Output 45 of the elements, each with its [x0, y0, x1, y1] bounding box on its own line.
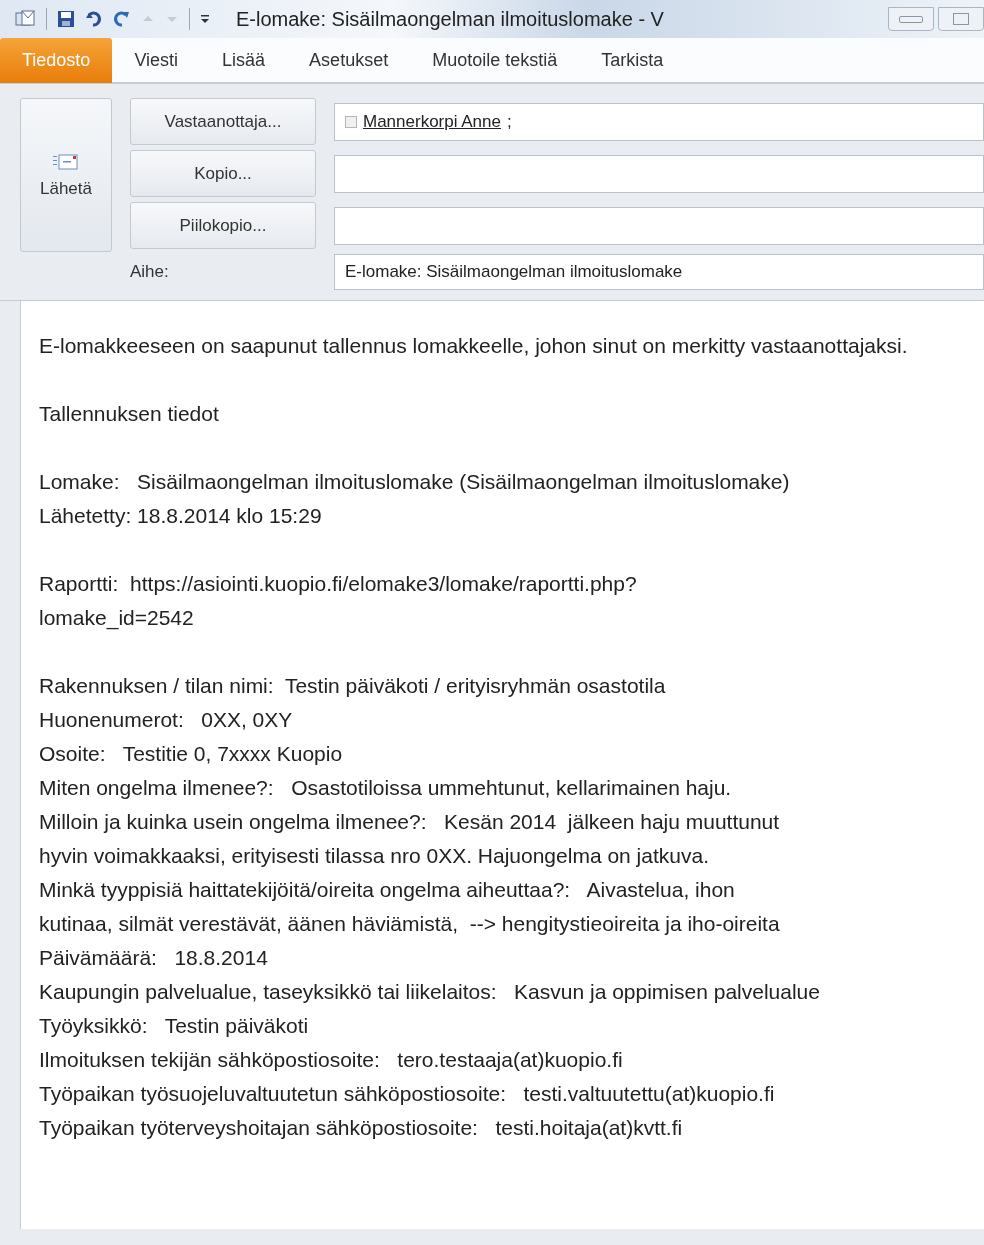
body-text: Kaupungin palvelualue, taseyksikkö tai liikelaitos: Kasvun ja oppimisen palvelualue [39, 979, 821, 1005]
undo-icon[interactable] [85, 10, 103, 28]
body-text: Työyksikkö: Testin päiväkoti [39, 1013, 310, 1039]
body-text: Lomake: Sisäilmaongelman ilmoituslomake (Sisäilmaongelman ilmoituslomake) [39, 469, 791, 495]
body-text: Raportti: https://asiointi.kuopio.fi/elomake3/lomake/raportti.php? lomake_id=2542 [39, 571, 638, 632]
contact-icon [345, 115, 357, 128]
minimize-button[interactable] [888, 7, 934, 31]
body-text: E-lomakkeeseen on saapunut tallennus lomakkeelle, johon sinut on merkitty vastaanottajaksi. [39, 333, 909, 359]
save-icon[interactable] [57, 10, 75, 28]
body-text: Minkä tyyppisiä haittatekijöitä/oireita ongelma aiheuttaa?: Aivastelua, ihon kutinaa, silmät verestävät, äänen häviämistä, --> hengitystieoireita ja iho-oireita [39, 877, 781, 937]
body-text: Miten ongelma ilmenee?: Osastotiloissa ummehtunut, kellarimainen haju. [39, 775, 733, 801]
body-text: Milloin ja kuinka usein ongelma ilmenee?: Kesän 2014 jälkeen haju muuttunut hyvin voimakkaaksi, erityisesti tilassa nro 0XX. Hajuongelma on jatkuva. [39, 809, 781, 869]
send-button[interactable]: Lähetä [20, 98, 112, 252]
address-button[interactable]: Kopio... [130, 150, 316, 197]
body-text: Työpaikan työterveyshoitajan sähköpostiosoite: testi.hoitaja(at)kvtt.fi [39, 1115, 684, 1141]
ribbon-tab[interactable]: Asetukset [287, 37, 411, 83]
separator-text: ; [507, 111, 512, 132]
body-text: Päivämäärä: 18.8.2014 [39, 945, 269, 971]
subject-label: Aihe: [130, 261, 170, 283]
body-text: Työpaikan työsuojeluvaltuutetun sähköpostiosoite: testi.valtuutettu(at)kuopio.fi [39, 1081, 776, 1107]
window-title: E-lomake: Sisäilmaongelman ilmoituslomake - V [236, 7, 664, 31]
message-body[interactable] [20, 301, 984, 1229]
body-text: Osoite: Testitie 0, 7xxxx Kuopio [39, 741, 344, 767]
address-field[interactable]: Mannerkorpi Anne ; [334, 102, 984, 141]
body-text: Lähetetty: 18.8.2014 klo 15:29 [39, 503, 323, 529]
body-text: Huonenumerot: 0XX, 0XY [39, 707, 294, 733]
ribbon-tab[interactable]: Lisää [200, 37, 288, 83]
address-button[interactable]: Piilokopio... [130, 202, 316, 249]
recipient-link[interactable]: Mannerkorpi Anne [363, 111, 501, 132]
ribbon-tab[interactable]: Muotoile tekstiä [410, 37, 580, 83]
ribbon-tab[interactable]: Viesti [112, 37, 201, 83]
address-field[interactable] [334, 154, 984, 193]
ribbon-tab[interactable]: Tarkista [579, 37, 686, 83]
customize-menu-icon[interactable] [200, 13, 210, 25]
body-text: Ilmoituksen tekijän sähköpostiosoite: tero.testaaja(at)kuopio.fi [39, 1047, 624, 1073]
body-text: Rakennuksen / tilan nimi: Testin päiväkoti / erityisryhmän osastotila [39, 673, 667, 699]
subject-text: E-lomake: Sisäilmaongelman ilmoituslomake [345, 262, 683, 282]
outlook-app-icon[interactable] [14, 9, 36, 29]
envelope-icon [53, 151, 79, 173]
body-text: Tallennuksen tiedot [39, 401, 220, 427]
address-button[interactable]: Vastaanottaja... [130, 98, 316, 145]
subject-field[interactable]: E-lomake: Sisäilmaongelman ilmoituslomake [334, 254, 984, 290]
address-field[interactable] [334, 206, 984, 245]
maximize-button[interactable] [938, 7, 984, 31]
redo-icon[interactable] [113, 10, 131, 28]
